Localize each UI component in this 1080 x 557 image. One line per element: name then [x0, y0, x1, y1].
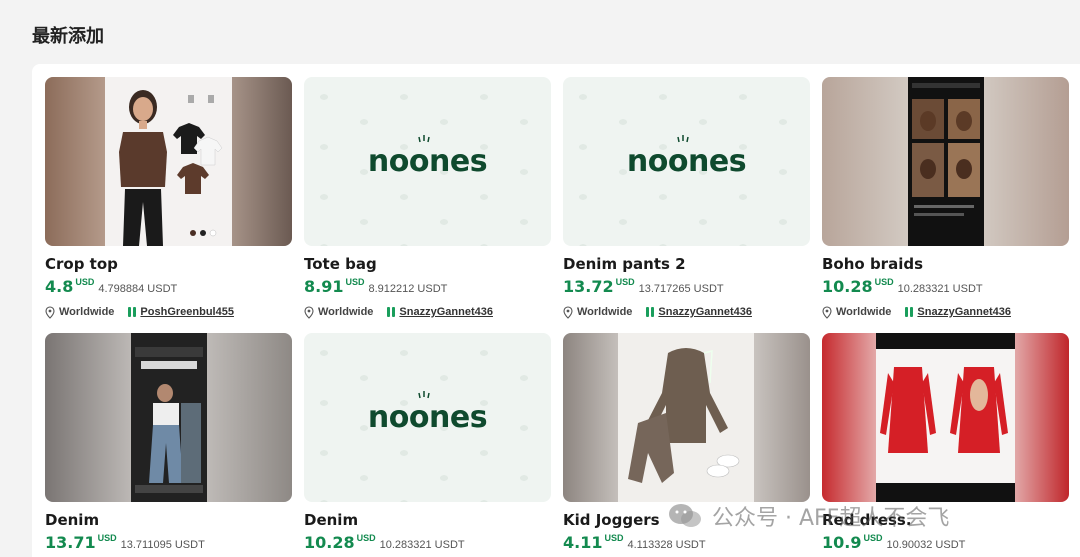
seller-link[interactable]: SnazzyGannet436	[917, 306, 1011, 318]
listing-title[interactable]: Denim	[45, 511, 292, 529]
price-value: 10.28	[304, 533, 355, 552]
boho-braids-photo	[912, 83, 980, 216]
listing-price: 4.11 USD4.113328 USDT	[563, 533, 810, 553]
listing-meta: Worldwide SnazzyGannet436	[822, 305, 1069, 319]
location-pin-icon	[45, 305, 55, 319]
online-status-icon	[646, 307, 655, 317]
listing-meta: Worldwide SnazzyGannet436	[563, 305, 810, 319]
price-usdt: 8.912212 USDT	[368, 283, 448, 295]
listing-image[interactable]	[822, 333, 1069, 502]
location-pin-icon	[822, 305, 832, 319]
seller-link[interactable]: SnazzyGannet436	[399, 306, 493, 318]
price-usdt: 13.717265 USDT	[638, 283, 724, 295]
price-value: 13.72	[563, 277, 614, 296]
price-usdt: 13.711095 USDT	[120, 539, 205, 551]
price-value: 10.9	[822, 533, 862, 552]
listing-price: 13.72 USD13.717265 USDT	[563, 277, 810, 297]
price-currency: USD	[615, 277, 635, 287]
location-text: Worldwide	[577, 306, 633, 318]
listing-image[interactable]	[45, 333, 292, 502]
price-currency: USD	[874, 277, 894, 287]
listing-price: 10.28 USD10.283321 USDT	[304, 533, 551, 553]
price-currency: USD	[604, 533, 624, 543]
listing-price: 4.8 USD4.798884 USDT	[45, 277, 292, 297]
listing-image[interactable]	[563, 333, 810, 502]
online-status-icon	[128, 307, 137, 317]
price-value: 8.91	[304, 277, 344, 296]
listing-meta: Worldwide PoshGreenbul455	[45, 305, 292, 319]
listing-image[interactable]: noones	[304, 333, 551, 502]
watermark: 公众号 · AFF超人不会飞	[668, 500, 949, 532]
price-currency: USD	[75, 277, 95, 287]
listing-title[interactable]: Denim pants 2	[563, 255, 810, 273]
location-text: Worldwide	[318, 306, 374, 318]
price-currency: USD	[97, 533, 117, 543]
price-usdt: 10.90032 USDT	[886, 539, 966, 551]
watermark-text: 公众号 · AFF超人不会飞	[712, 506, 950, 531]
seller-link[interactable]: PoshGreenbul455	[140, 306, 234, 318]
listing-image[interactable]: noones	[304, 77, 551, 246]
section-title: 最新添加	[32, 26, 104, 47]
online-status-icon	[905, 307, 914, 317]
listing-image[interactable]: noones	[563, 77, 810, 246]
price-usdt: 4.113328 USDT	[627, 539, 706, 551]
listing-card[interactable]: Crop top 4.8 USD4.798884 USDT Worldwide P…	[45, 77, 292, 319]
listing-image[interactable]	[45, 77, 292, 246]
price-value: 4.8	[45, 277, 74, 296]
listing-meta: Worldwide SnazzyGannet436	[304, 305, 551, 319]
listing-card[interactable]: noones Denim 10.28 USD10.283321 USDT	[304, 333, 551, 553]
noones-logo: noones	[368, 135, 488, 179]
price-currency: USD	[345, 277, 365, 287]
listing-card[interactable]: noones Tote bag 8.91 USD8.912212 USDT Wor…	[304, 77, 551, 319]
listing-price: 10.9 USD10.90032 USDT	[822, 533, 1069, 553]
listing-title[interactable]: Boho braids	[822, 255, 1069, 273]
price-usdt: 10.283321 USDT	[379, 539, 465, 551]
listing-price: 8.91 USD8.912212 USDT	[304, 277, 551, 297]
price-currency: USD	[863, 533, 883, 543]
price-value: 13.71	[45, 533, 96, 552]
price-value: 10.28	[822, 277, 873, 296]
listing-image[interactable]	[822, 77, 1069, 246]
listing-title[interactable]: Tote bag	[304, 255, 551, 273]
listing-card[interactable]: noones Denim pants 2 13.72 USD13.717265 U…	[563, 77, 810, 319]
price-usdt: 10.283321 USDT	[897, 283, 983, 295]
crop-top-photo	[119, 90, 223, 246]
listing-price: 13.71 USD13.711095 USDT	[45, 533, 292, 553]
price-usdt: 4.798884 USDT	[98, 283, 178, 295]
listing-card[interactable]: Boho braids 10.28 USD10.283321 USDT World…	[822, 77, 1069, 319]
noones-logo: noones	[368, 391, 488, 435]
listing-price: 10.28 USD10.283321 USDT	[822, 277, 1069, 297]
red-dress-photo	[876, 333, 1015, 502]
price-value: 4.11	[563, 533, 603, 552]
online-status-icon	[387, 307, 396, 317]
location-pin-icon	[563, 305, 573, 319]
location-pin-icon	[304, 305, 314, 319]
wechat-icon	[669, 504, 701, 527]
listing-title[interactable]: Crop top	[45, 255, 292, 273]
listing-title[interactable]: Denim	[304, 511, 551, 529]
listing-card[interactable]: Denim 13.71 USD13.711095 USDT	[45, 333, 292, 553]
location-text: Worldwide	[836, 306, 892, 318]
price-currency: USD	[356, 533, 376, 543]
seller-link[interactable]: SnazzyGannet436	[658, 306, 752, 318]
noones-logo: noones	[627, 135, 747, 179]
kid-joggers-photo	[628, 348, 740, 483]
location-text: Worldwide	[59, 306, 115, 318]
denim-photo	[135, 347, 203, 493]
